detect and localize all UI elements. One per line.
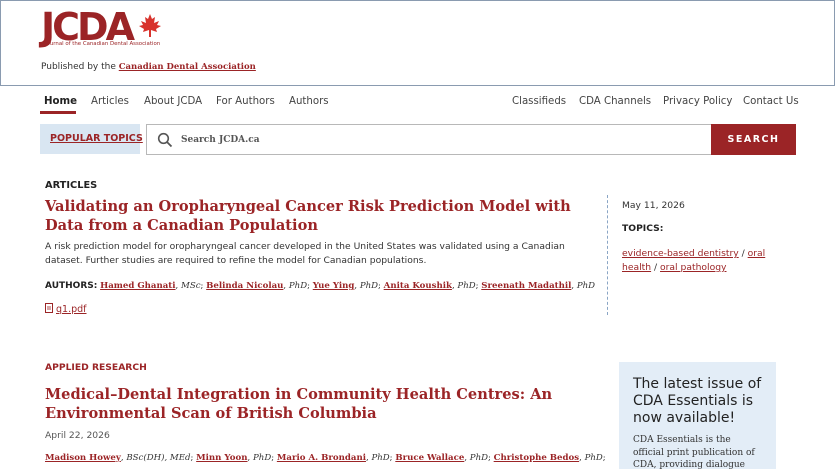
authors-label: AUTHORS:	[45, 281, 98, 291]
header-banner: JCDA Journal of the Canadian Dental Asso…	[0, 0, 835, 86]
article-date: May 11, 2026	[622, 200, 685, 211]
applied-research-label[interactable]: APPLIED RESEARCH	[45, 362, 147, 373]
pdf-link-text: q1.pdf	[56, 304, 87, 315]
logo-subtitle: Journal of the Canadian Dental Associati…	[45, 41, 161, 47]
author-credential: PhD	[584, 453, 603, 463]
author-link[interactable]: Belinda Nicolau	[206, 281, 283, 291]
author-link[interactable]: Minn Yoon	[196, 453, 247, 463]
published-by: Published by the Canadian Dental Associa…	[41, 62, 256, 72]
search-box	[146, 124, 712, 155]
promo-title: The latest issue of CDA Essentials is no…	[633, 376, 762, 426]
author-credential: PhD	[253, 453, 272, 463]
topic-link[interactable]: oral pathology	[660, 262, 726, 273]
author-link[interactable]: Christophe Bedos	[494, 453, 579, 463]
pdf-file-icon	[45, 303, 53, 313]
author-link[interactable]: Anita Koushik	[384, 281, 452, 291]
pdf-link[interactable]: q1.pdf	[45, 303, 87, 315]
publisher-link[interactable]: Canadian Dental Association	[119, 62, 256, 72]
author-credential: PhD	[457, 281, 476, 291]
author-credential: PhD	[371, 453, 390, 463]
author-link[interactable]: Sreenath Madathil	[481, 281, 571, 291]
nav-for-authors[interactable]: For Authors	[216, 96, 275, 107]
nav-about-jcda[interactable]: About JCDA	[144, 96, 202, 107]
main-nav: Home Articles About JCDA For Authors Aut…	[40, 93, 800, 115]
maple-leaf-icon	[139, 14, 161, 37]
author-link[interactable]: Bruce Wallace	[395, 453, 464, 463]
search-icon	[157, 132, 173, 148]
author-credential: PhD	[576, 281, 596, 291]
author-credential: PhD	[469, 453, 489, 463]
nav-authors[interactable]: Authors	[289, 96, 329, 107]
published-by-text: Published by the	[41, 62, 116, 72]
article-title[interactable]: Medical–Dental Integration in Community …	[45, 385, 605, 423]
articles-section-label: ARTICLES	[45, 180, 98, 191]
nav-contact-us[interactable]: Contact Us	[743, 96, 799, 107]
author-link[interactable]: Yue Ying	[313, 281, 355, 291]
nav-home[interactable]: Home	[44, 96, 77, 107]
popular-topics-label: POPULAR TOPICS	[50, 133, 143, 144]
article-date: April 22, 2026	[45, 430, 110, 441]
search-input[interactable]	[181, 131, 681, 149]
author-link[interactable]: Madison Howey	[45, 453, 121, 463]
topics-label: TOPICS:	[622, 223, 664, 234]
search-button[interactable]: SEARCH	[711, 124, 796, 155]
author-link[interactable]: Mario A. Brondani	[277, 453, 366, 463]
nav-classifieds[interactable]: Classifieds	[512, 96, 566, 107]
article-title[interactable]: Validating an Oropharyngeal Cancer Risk …	[45, 197, 605, 235]
author-credential: PhD	[288, 281, 308, 291]
nav-cda-channels[interactable]: CDA Channels	[579, 96, 651, 107]
popular-topics-button[interactable]: POPULAR TOPICS	[40, 124, 143, 154]
author-credential: MSc	[181, 281, 201, 291]
promo-body: CDA Essentials is the official print pub…	[633, 435, 755, 469]
nav-privacy-policy[interactable]: Privacy Policy	[663, 96, 732, 107]
nav-active-indicator	[40, 111, 76, 114]
author-link[interactable]: Hamed Ghanati	[100, 281, 175, 291]
jcda-logo[interactable]: JCDA Journal of the Canadian Dental Asso…	[41, 5, 171, 51]
author-credential: PhD	[359, 281, 379, 291]
cda-essentials-promo[interactable]: The latest issue of CDA Essentials is no…	[619, 362, 776, 469]
article-description: A risk prediction model for oropharyngea…	[45, 241, 565, 266]
article-authors: Madison Howey, BSc(DH), MEd; Minn Yoon, …	[45, 453, 605, 463]
nav-articles[interactable]: Articles	[91, 96, 129, 107]
topics-list: evidence-based dentistry / oral health /…	[622, 248, 766, 273]
article-divider	[607, 195, 608, 315]
article-authors: AUTHORS: Hamed Ghanati, MSc; Belinda Nic…	[45, 281, 596, 291]
author-credential: BSc(DH), MEd	[126, 453, 191, 463]
topic-link[interactable]: evidence-based dentistry	[622, 248, 739, 259]
